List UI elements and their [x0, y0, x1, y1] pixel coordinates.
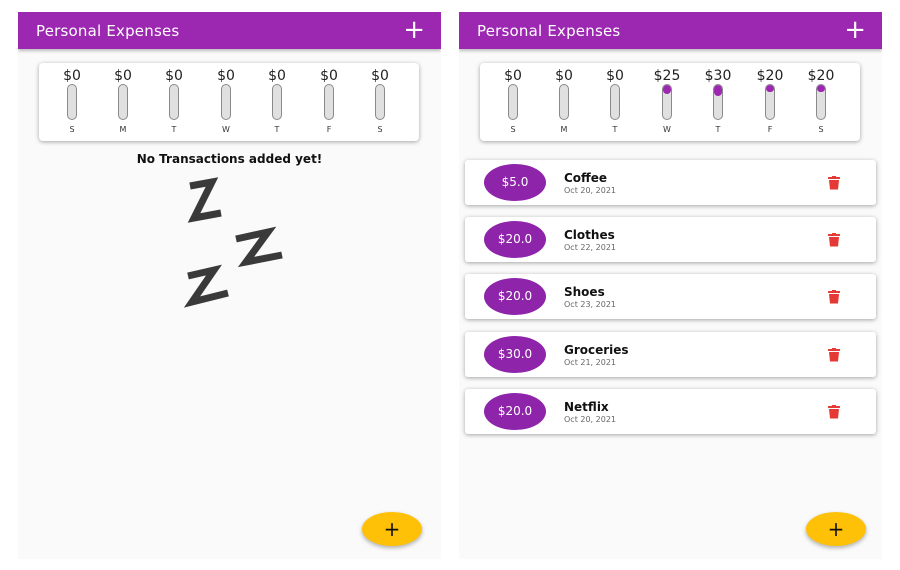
trash-icon[interactable] — [827, 404, 841, 423]
bar-track — [610, 84, 620, 120]
bar-day-label: M — [560, 125, 568, 134]
chart-bar: $0 S — [493, 63, 533, 141]
transaction-title: Coffee — [564, 171, 608, 185]
weekly-chart: $0 S $0 M $0 T $0 W $0 T $0 F $0 S — [39, 63, 419, 141]
bar-day-label: S — [377, 125, 383, 134]
chart-bar: $0 T — [595, 63, 635, 141]
transaction-title: Clothes — [564, 228, 615, 242]
bar-amount-label: $0 — [165, 68, 183, 84]
bar-amount-label: $0 — [371, 68, 389, 84]
transaction-item: $20.0 Shoes Oct 23, 2021 — [465, 274, 876, 319]
bar-amount-label: $0 — [63, 68, 81, 84]
app-title: Personal Expenses — [36, 22, 180, 40]
amount-badge: $5.0 — [484, 164, 546, 201]
bar-day-label: T — [171, 125, 177, 134]
trash-icon[interactable] — [827, 232, 841, 251]
empty-message: No Transactions added yet! — [136, 152, 323, 166]
bar-track — [221, 84, 231, 120]
chart-bar: $25 W — [647, 63, 687, 141]
bar-track — [765, 84, 775, 120]
bar-track — [508, 84, 518, 120]
add-transaction-button[interactable]: + — [403, 15, 425, 45]
chart-bar: $0 S — [52, 63, 92, 141]
bar-fill — [714, 85, 722, 96]
zzz-sleep-icon — [158, 172, 308, 316]
chart-bar: $30 T — [698, 63, 738, 141]
bar-day-label: S — [818, 125, 824, 134]
add-transaction-button[interactable]: + — [844, 15, 866, 45]
app-bar: Personal Expenses + — [18, 12, 441, 49]
bar-track — [375, 84, 385, 120]
transaction-item: $20.0 Clothes Oct 22, 2021 — [465, 217, 876, 262]
transaction-date: Oct 22, 2021 — [564, 243, 616, 252]
amount-badge: $20.0 — [484, 221, 546, 258]
bar-track — [67, 84, 77, 120]
screen-transactions: Personal Expenses + $0 S $0 M $0 T $25 W $30 T $20… — [459, 12, 882, 559]
chart-bar: $0 F — [309, 63, 349, 141]
bar-track — [169, 84, 179, 120]
transaction-date: Oct 20, 2021 — [564, 186, 616, 195]
transaction-date: Oct 23, 2021 — [564, 300, 616, 309]
bar-day-label: T — [715, 125, 721, 134]
bar-amount-label: $0 — [217, 68, 235, 84]
trash-icon[interactable] — [827, 289, 841, 308]
bar-day-label: W — [663, 125, 671, 134]
transaction-item: $5.0 Coffee Oct 20, 2021 — [465, 160, 876, 205]
bar-track — [816, 84, 826, 120]
app-bar: Personal Expenses + — [459, 12, 882, 49]
chart-bar: $0 M — [103, 63, 143, 141]
bar-amount-label: $30 — [704, 68, 732, 84]
bar-day-label: W — [222, 125, 230, 134]
fab-add-button[interactable]: + — [806, 512, 866, 546]
transaction-item: $20.0 Netflix Oct 20, 2021 — [465, 389, 876, 434]
bar-amount-label: $0 — [320, 68, 338, 84]
transaction-item: $30.0 Groceries Oct 21, 2021 — [465, 332, 876, 377]
bar-track — [272, 84, 282, 120]
chart-bar: $20 S — [801, 63, 841, 141]
transaction-title: Shoes — [564, 285, 605, 299]
fab-add-button[interactable]: + — [362, 512, 422, 546]
bar-amount-label: $0 — [114, 68, 132, 84]
bar-day-label: F — [326, 125, 332, 134]
bar-track — [559, 84, 569, 120]
chart-bar: $0 M — [544, 63, 584, 141]
transaction-date: Oct 21, 2021 — [564, 358, 616, 367]
bar-fill — [817, 85, 825, 93]
bar-fill — [766, 85, 774, 93]
transaction-title: Groceries — [564, 343, 629, 357]
bar-amount-label: $25 — [653, 68, 681, 84]
trash-icon[interactable] — [827, 175, 841, 194]
bar-day-label: F — [767, 125, 773, 134]
bar-amount-label: $20 — [807, 68, 835, 84]
bar-track — [713, 84, 723, 120]
amount-badge: $30.0 — [484, 336, 546, 373]
screen-empty-state: Personal Expenses + $0 S $0 M $0 T $0 W $0 T $0 F $0… — [18, 12, 441, 559]
trash-icon[interactable] — [827, 347, 841, 366]
chart-bar: $0 T — [154, 63, 194, 141]
chart-bar: $0 T — [257, 63, 297, 141]
bar-amount-label: $0 — [504, 68, 522, 84]
chart-bar: $20 F — [750, 63, 790, 141]
chart-bar: $0 S — [360, 63, 400, 141]
bar-day-label: T — [274, 125, 280, 134]
bar-day-label: S — [69, 125, 75, 134]
bar-day-label: T — [612, 125, 618, 134]
bar-amount-label: $0 — [555, 68, 573, 84]
weekly-chart: $0 S $0 M $0 T $25 W $30 T $20 F $20 S — [480, 63, 860, 141]
bar-day-label: S — [510, 125, 516, 134]
bar-day-label: M — [119, 125, 127, 134]
transaction-title: Netflix — [564, 400, 609, 414]
chart-bar: $0 W — [206, 63, 246, 141]
bar-track — [662, 84, 672, 120]
transaction-date: Oct 20, 2021 — [564, 415, 616, 424]
bar-amount-label: $0 — [606, 68, 624, 84]
app-title: Personal Expenses — [477, 22, 621, 40]
bar-track — [118, 84, 128, 120]
bar-fill — [663, 85, 671, 94]
bar-amount-label: $20 — [756, 68, 784, 84]
amount-badge: $20.0 — [484, 278, 546, 315]
amount-badge: $20.0 — [484, 393, 546, 430]
bar-track — [324, 84, 334, 120]
bar-amount-label: $0 — [268, 68, 286, 84]
